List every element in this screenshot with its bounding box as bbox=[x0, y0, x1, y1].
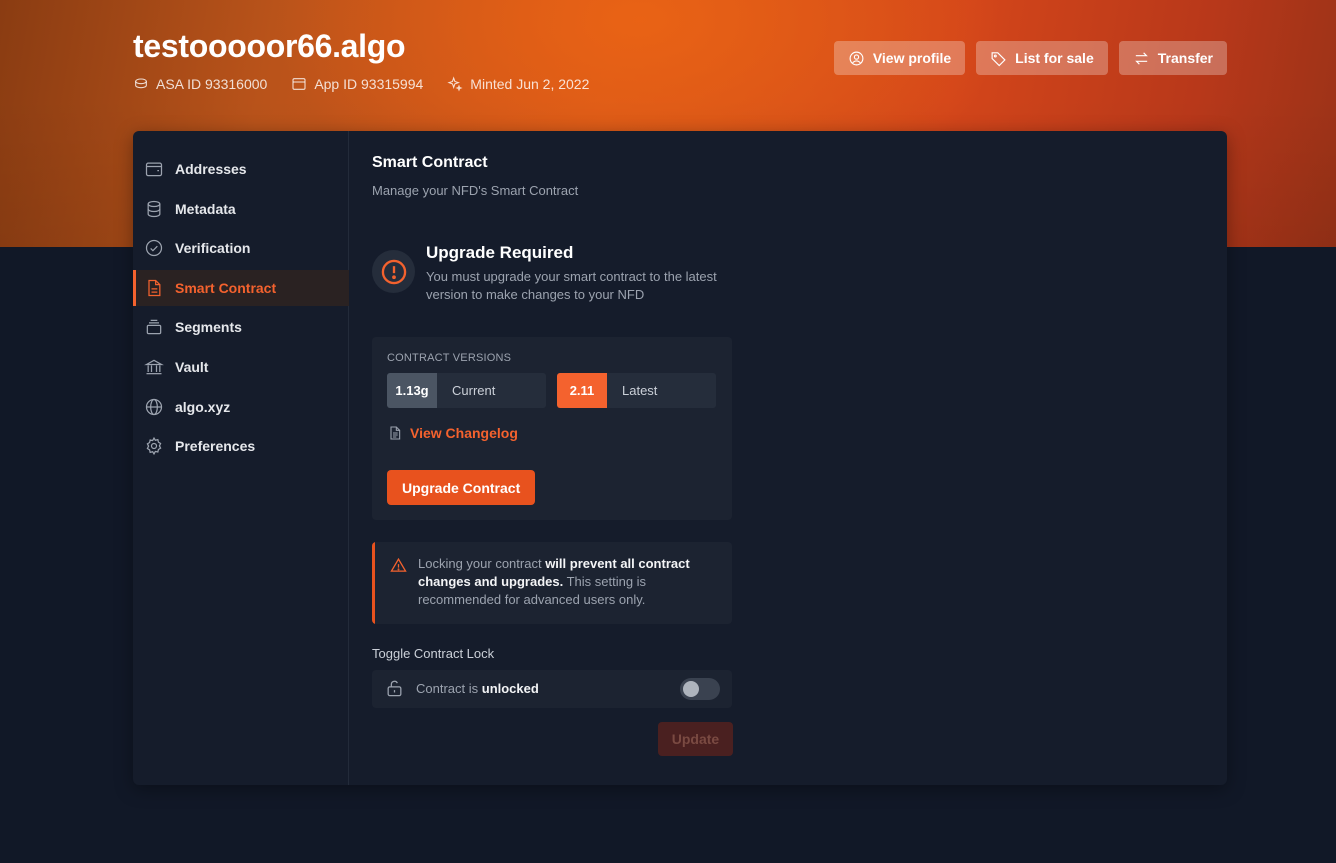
page-title: testooooor66.algo bbox=[133, 28, 406, 64]
contract-versions-label: Contract Versions bbox=[387, 352, 512, 364]
latest-version-pill: 2.11 Latest bbox=[557, 373, 716, 408]
current-version: 1.13g bbox=[387, 373, 437, 408]
stack-icon bbox=[146, 320, 162, 335]
arrows-swap-icon bbox=[1134, 51, 1148, 65]
settings-card: Addresses Metadata Verification Smart Co… bbox=[133, 131, 1227, 785]
upgrade-icon-wrap bbox=[372, 250, 415, 293]
transfer-button[interactable]: Transfer bbox=[1118, 41, 1227, 75]
view-changelog-link[interactable]: View Changelog bbox=[387, 425, 518, 441]
sidebar-item-vault[interactable]: Vault bbox=[133, 349, 349, 385]
window-icon bbox=[292, 78, 306, 90]
contract-versions-panel: Contract Versions 1.13g Current 2.11 Lat… bbox=[372, 337, 732, 520]
contract-lock-row: Contract is unlocked bbox=[372, 670, 732, 708]
current-version-pill: 1.13g Current bbox=[387, 373, 546, 408]
sidebar-item-smart-contract[interactable]: Smart Contract bbox=[133, 269, 349, 306]
wallet-icon bbox=[145, 162, 163, 177]
app-id: App ID 93315994 bbox=[291, 76, 423, 92]
bank-icon bbox=[144, 359, 164, 375]
header: testooooor66.algo ASA ID 93316000 App ID… bbox=[133, 28, 1227, 108]
header-meta: ASA ID 93316000 App ID 93315994 Minted J… bbox=[133, 76, 589, 92]
user-circle-icon bbox=[849, 51, 864, 65]
warning-text: Locking your contract will prevent all c… bbox=[418, 556, 690, 607]
upgrade-contract-button[interactable]: Upgrade Contract bbox=[387, 470, 536, 505]
asa-id: ASA ID 93316000 bbox=[133, 76, 267, 92]
document-icon bbox=[148, 279, 161, 296]
latest-label: Latest bbox=[622, 383, 658, 398]
database-icon bbox=[147, 200, 161, 217]
upgrade-notice: Upgrade Required You must upgrade your s… bbox=[372, 241, 732, 302]
unlock-icon bbox=[387, 680, 402, 697]
sparkles-icon bbox=[447, 76, 463, 92]
section-subtitle: Manage your NFD's Smart Contract bbox=[372, 183, 579, 198]
tag-icon bbox=[991, 51, 1006, 66]
document-text-icon bbox=[390, 426, 401, 440]
minted-date: Minted Jun 2, 2022 bbox=[447, 76, 589, 92]
list-for-sale-button[interactable]: List for sale bbox=[976, 41, 1108, 75]
upgrade-title: Upgrade Required bbox=[426, 243, 574, 262]
sidebar-item-verification[interactable]: Verification bbox=[133, 230, 349, 266]
globe-icon bbox=[145, 398, 163, 415]
toggle-lock-label: Toggle Contract Lock bbox=[372, 646, 495, 661]
current-label: Current bbox=[452, 383, 496, 398]
update-button[interactable]: Update bbox=[658, 722, 733, 756]
sidebar: Addresses Metadata Verification Smart Co… bbox=[133, 131, 349, 785]
upgrade-text: You must upgrade your smart contract to … bbox=[426, 269, 717, 302]
lock-status: Contract is unlocked bbox=[416, 681, 539, 696]
coins-icon bbox=[135, 78, 147, 89]
warning-triangle-icon bbox=[390, 557, 407, 572]
sidebar-item-segments[interactable]: Segments bbox=[133, 309, 349, 345]
gear-icon bbox=[146, 436, 162, 456]
header-actions: View profile List for sale Transfer bbox=[833, 41, 1227, 75]
exclamation-circle-icon bbox=[381, 259, 406, 284]
sidebar-item-metadata[interactable]: Metadata bbox=[133, 191, 349, 227]
sidebar-item-addresses[interactable]: Addresses bbox=[133, 151, 349, 187]
section-title: Smart Contract bbox=[372, 154, 488, 171]
check-circle-icon bbox=[145, 240, 163, 257]
latest-version: 2.11 bbox=[557, 373, 607, 408]
contract-lock-toggle[interactable] bbox=[680, 678, 720, 700]
sidebar-item-algo-xyz[interactable]: algo.xyz bbox=[133, 389, 349, 425]
sidebar-nav: Addresses Metadata Verification Smart Co… bbox=[133, 151, 349, 468]
view-profile-button[interactable]: View profile bbox=[833, 41, 966, 75]
sidebar-item-preferences[interactable]: Preferences bbox=[133, 428, 349, 464]
lock-warning: Locking your contract will prevent all c… bbox=[372, 542, 732, 624]
